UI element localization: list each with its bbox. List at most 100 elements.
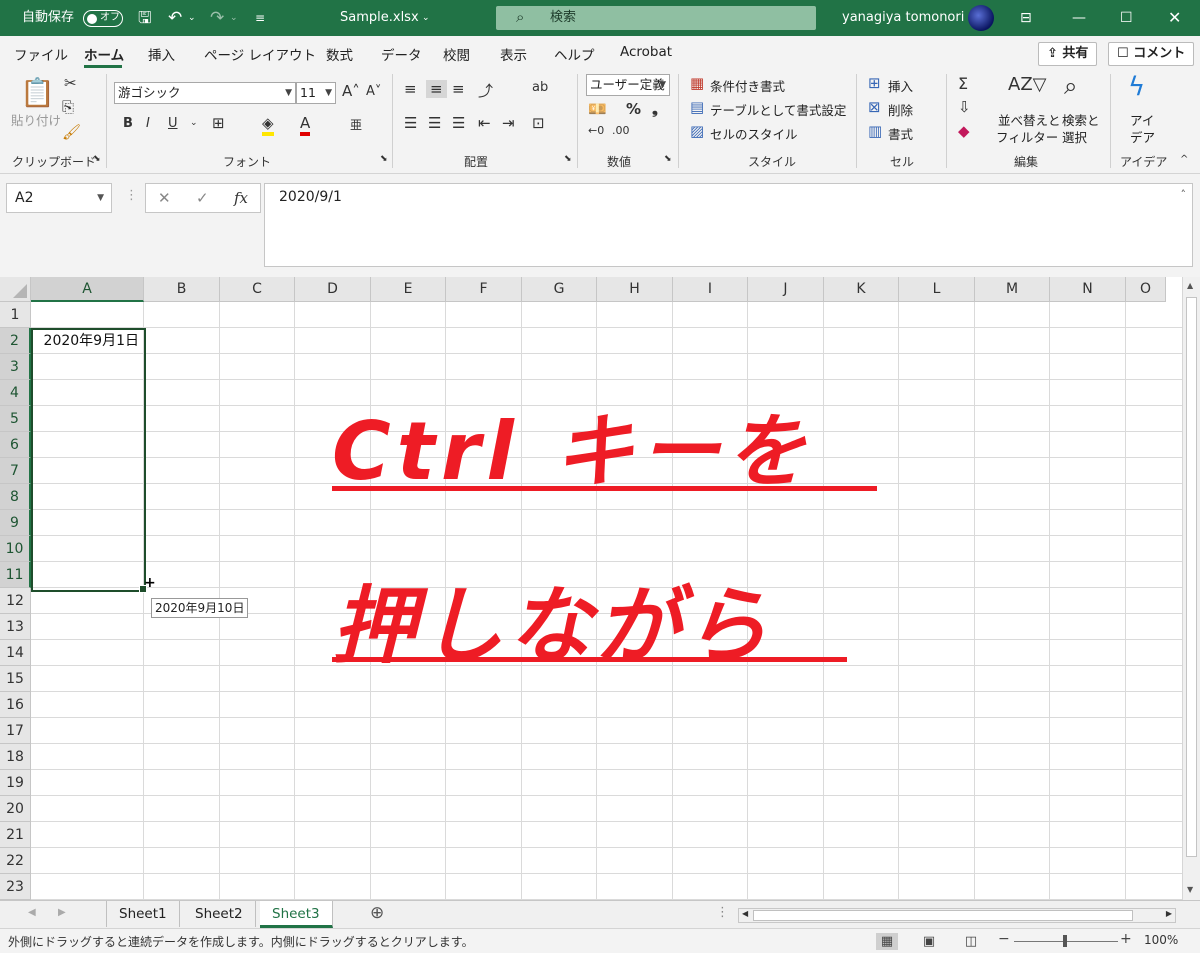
tab-home[interactable]: ホーム [84,44,124,64]
row-header-13[interactable]: 13 [0,614,31,640]
tab-review[interactable]: 校閲 [443,44,470,64]
font-launcher-icon[interactable]: ⬊ [380,154,388,164]
column-header-n[interactable]: N [1050,277,1126,302]
comma-icon[interactable]: ❟ [652,100,658,118]
page-layout-view-icon[interactable]: ▣ [918,933,940,950]
tab-insert[interactable]: 挿入 [148,44,175,64]
sheet-tab-sheet2[interactable]: Sheet2 [183,901,256,927]
row-header-4[interactable]: 4 [0,380,31,406]
paste-icon[interactable]: 📋 [20,76,55,109]
format-painter-icon[interactable]: 🖌 [62,123,81,141]
row-header-9[interactable]: 9 [0,510,31,536]
column-header-o[interactable]: O [1126,277,1166,302]
decrease-indent-icon[interactable]: ⇤ [478,114,491,132]
cell-styles-button[interactable]: セルのスタイル [710,124,798,143]
format-cells-icon[interactable]: ▥ [868,122,882,140]
increase-font-icon[interactable]: A˄ [342,82,360,100]
scroll-right-icon[interactable]: ▶ [1166,909,1172,918]
column-header-f[interactable]: F [446,277,522,302]
number-launcher-icon[interactable]: ⬊ [664,154,672,164]
increase-decimal-icon[interactable]: ←0 [588,124,604,137]
clipboard-launcher-icon[interactable]: ⬊ [93,154,101,164]
borders-icon[interactable]: ⊞ [212,114,225,132]
font-size-dropdown[interactable]: 11 ▼ [296,82,336,104]
column-header-k[interactable]: K [824,277,899,302]
vertical-scrollbar[interactable]: ▲ ▼ [1182,277,1200,900]
insert-function-icon[interactable]: fx [234,189,248,207]
sort-filter-icon[interactable]: AZ▽ [1008,74,1047,95]
font-color-icon[interactable]: A [300,114,311,136]
share-button[interactable]: ⇪ 共有 [1038,42,1098,66]
zoom-level[interactable]: 100% [1144,933,1178,947]
tab-page-layout[interactable]: ページ レイアウト [204,44,316,64]
orientation-icon[interactable]: ⤴ [478,80,493,101]
new-sheet-icon[interactable]: ⊕ [370,903,384,923]
column-header-d[interactable]: D [295,277,371,302]
sheet-tab-sheet3[interactable]: Sheet3 [260,901,333,928]
column-header-l[interactable]: L [899,277,975,302]
next-sheet-icon[interactable]: ▶ [58,907,66,918]
undo-dropdown-icon[interactable]: ⌄ [188,0,196,36]
paste-label[interactable]: 貼り付け [11,110,61,129]
alignment-launcher-icon[interactable]: ⬊ [564,154,572,164]
row-header-16[interactable]: 16 [0,692,31,718]
row-header-7[interactable]: 7 [0,458,31,484]
copy-icon[interactable]: ⎘ [62,98,74,116]
phonetic-icon[interactable]: 亜 [350,116,362,133]
user-name[interactable]: yanagiya tomonori [842,0,964,36]
row-header-3[interactable]: 3 [0,354,31,380]
column-header-j[interactable]: J [748,277,824,302]
save-icon[interactable]: 🖫 [138,0,152,36]
horizontal-scrollbar[interactable]: ◀ ▶ [738,908,1176,923]
avatar[interactable] [968,5,994,31]
delete-cells-icon[interactable]: ⊠ [868,98,881,116]
increase-indent-icon[interactable]: ⇥ [502,114,515,132]
clear-icon[interactable]: ◆ [958,122,970,140]
sort-filter-line2[interactable]: フィルター [996,127,1058,146]
customize-qat-icon[interactable]: ≡ [255,0,265,36]
format-as-table-button[interactable]: テーブルとして書式設定 [710,100,846,119]
underline-icon[interactable]: U [168,116,178,131]
zoom-slider-thumb[interactable] [1063,935,1067,947]
redo-dropdown-icon[interactable]: ⌄ [230,0,238,36]
column-header-c[interactable]: C [220,277,295,302]
normal-view-icon[interactable]: ▦ [876,933,898,950]
fill-icon[interactable]: ⇩ [958,98,971,116]
filename-dropdown-icon[interactable]: ⌄ [422,0,430,36]
page-break-view-icon[interactable]: ◫ [960,933,982,950]
zoom-in-icon[interactable]: + [1120,931,1132,947]
insert-cells-icon[interactable]: ⊞ [868,74,881,92]
tab-data[interactable]: データ [381,44,422,64]
sheet-tab-sheet1[interactable]: Sheet1 [107,901,180,927]
conditional-format-button[interactable]: 条件付き書式 [710,76,785,95]
merge-center-icon[interactable]: ⊡ [532,114,545,132]
undo-icon[interactable]: ↶ [168,0,182,36]
italic-icon[interactable]: I [146,116,150,131]
row-header-1[interactable]: 1 [0,302,31,328]
row-header-17[interactable]: 17 [0,718,31,744]
align-bottom-icon[interactable]: ≡ [452,80,465,98]
column-header-m[interactable]: M [975,277,1050,302]
tab-formulas[interactable]: 数式 [326,44,353,64]
bold-icon[interactable]: B [123,116,133,131]
row-header-18[interactable]: 18 [0,744,31,770]
ribbon-display-icon[interactable]: ⊟ [1020,0,1032,36]
row-header-5[interactable]: 5 [0,406,31,432]
conditional-format-icon[interactable]: ▦ [690,74,704,92]
fill-color-icon[interactable]: ◈ [262,114,274,136]
name-box[interactable]: A2 ▼ [6,183,112,213]
confirm-entry-icon[interactable]: ✓ [196,189,209,207]
accounting-icon[interactable]: 💴 [588,100,607,118]
row-header-22[interactable]: 22 [0,848,31,874]
column-header-a[interactable]: A [31,277,144,302]
column-header-i[interactable]: I [673,277,748,302]
row-header-23[interactable]: 23 [0,874,31,900]
column-header-e[interactable]: E [371,277,446,302]
collapse-ribbon-icon[interactable]: ^ [1180,154,1188,165]
expand-formula-icon[interactable]: ˄ [1181,188,1187,201]
formula-input[interactable]: 2020/9/1 ˄ [264,183,1193,267]
font-name-dropdown[interactable]: 游ゴシック ▼ [114,82,296,104]
maximize-icon[interactable]: ☐ [1120,0,1133,36]
row-header-8[interactable]: 8 [0,484,31,510]
select-all-button[interactable] [0,277,31,302]
